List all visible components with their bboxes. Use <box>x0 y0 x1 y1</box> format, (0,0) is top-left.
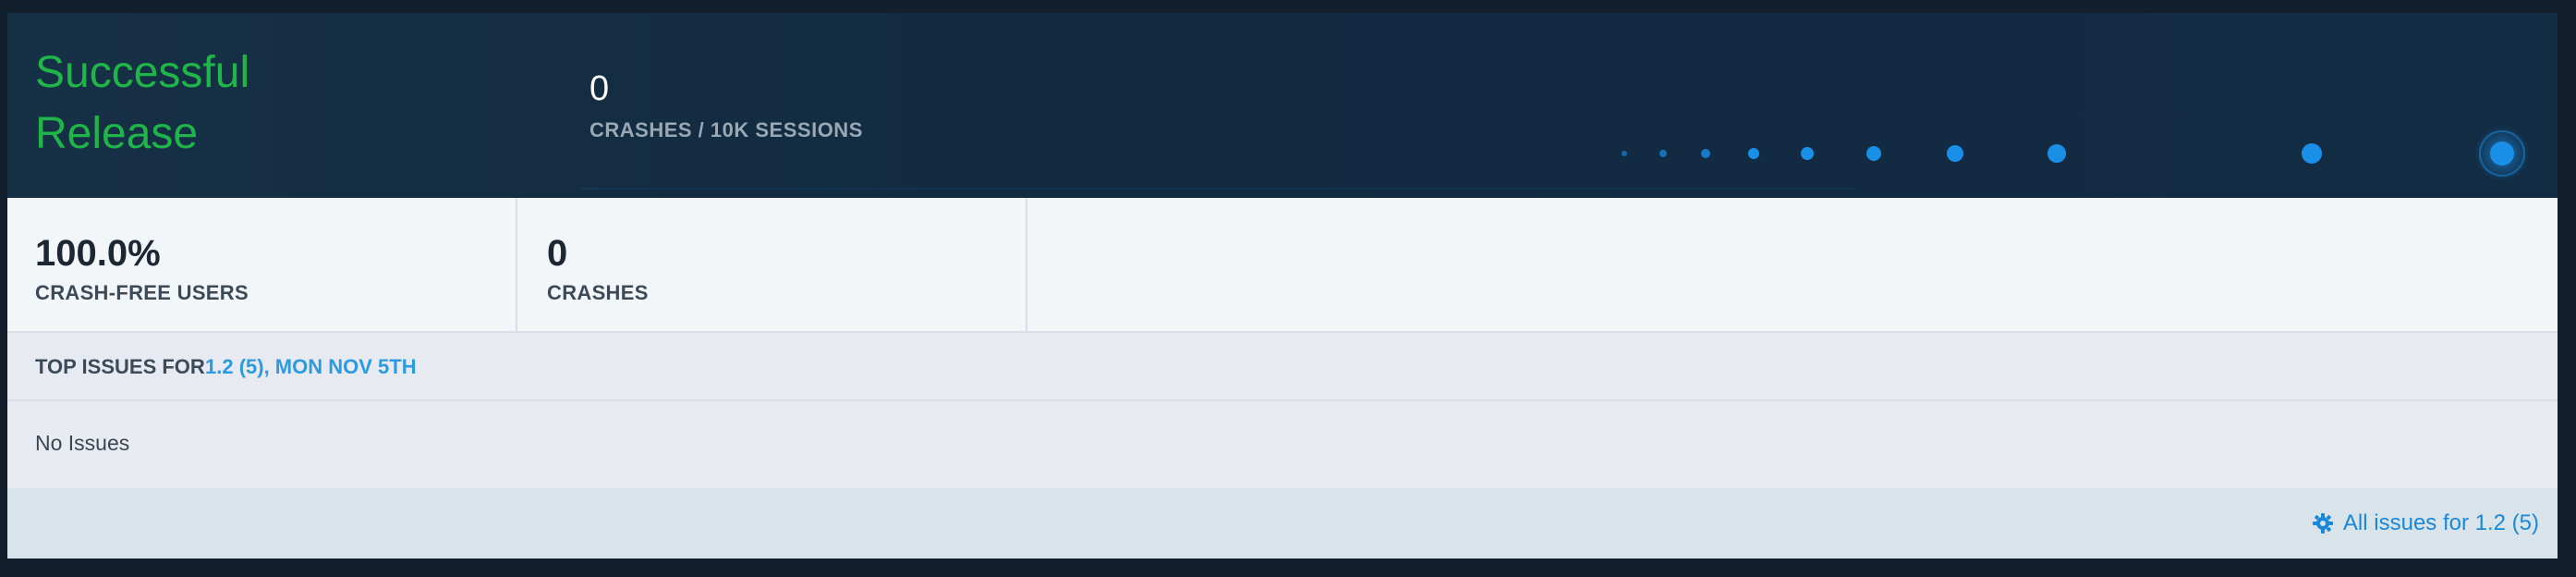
sparkline-point <box>2047 144 2066 163</box>
crashes-value: 0 <box>547 233 568 274</box>
sparkline-point <box>1701 149 1710 158</box>
sparkline-point <box>1866 146 1881 161</box>
sparkline-point <box>1801 147 1814 160</box>
release-card: Successful Release 0 CRASHES / 10K SESSI… <box>7 13 2558 559</box>
crash-free-users-value: 100.0% <box>35 233 161 274</box>
release-status-title: Successful Release <box>35 48 250 158</box>
empty-issues-message: No Issues <box>35 431 130 455</box>
sparkline-point <box>1947 145 1963 162</box>
crash-free-users-label: CRASH-FREE USERS <box>35 281 249 304</box>
sparkline-current-point <box>2490 141 2514 166</box>
crashlytics-gear-icon <box>2312 513 2333 534</box>
sparkline-point <box>1748 148 1759 159</box>
crashes-stat: 0 CRASHES <box>517 198 1027 331</box>
all-issues-link[interactable]: All issues for 1.2 (5) <box>2312 510 2539 536</box>
crash-rate-value: 0 <box>589 69 610 108</box>
sparkline-point <box>1622 151 1627 156</box>
crash-free-users-stat: 100.0% CRASH-FREE USERS <box>7 198 517 331</box>
release-hero: Successful Release 0 CRASHES / 10K SESSI… <box>7 13 2558 198</box>
crash-rate-label: CRASHES / 10K SESSIONS <box>589 118 863 141</box>
sparkline-point <box>2302 143 2322 164</box>
release-link[interactable]: 1.2 (5), MON NOV 5TH <box>205 355 417 379</box>
all-issues-link-label: All issues for 1.2 (5) <box>2342 510 2539 535</box>
crash-rate-stat: 0 CRASHES / 10K SESSIONS <box>589 68 863 142</box>
crashes-label: CRASHES <box>547 281 649 304</box>
top-issues-header: TOP ISSUES FOR 1.2 (5), MON NOV 5TH <box>7 333 2558 401</box>
stats-row: 100.0% CRASH-FREE USERS 0 CRASHES <box>7 198 2558 333</box>
sessions-sparkline <box>580 126 2530 190</box>
top-issues-label: TOP ISSUES FOR <box>35 355 205 378</box>
card-footer: All issues for 1.2 (5) <box>7 488 2558 559</box>
sparkline-point <box>1659 150 1667 157</box>
